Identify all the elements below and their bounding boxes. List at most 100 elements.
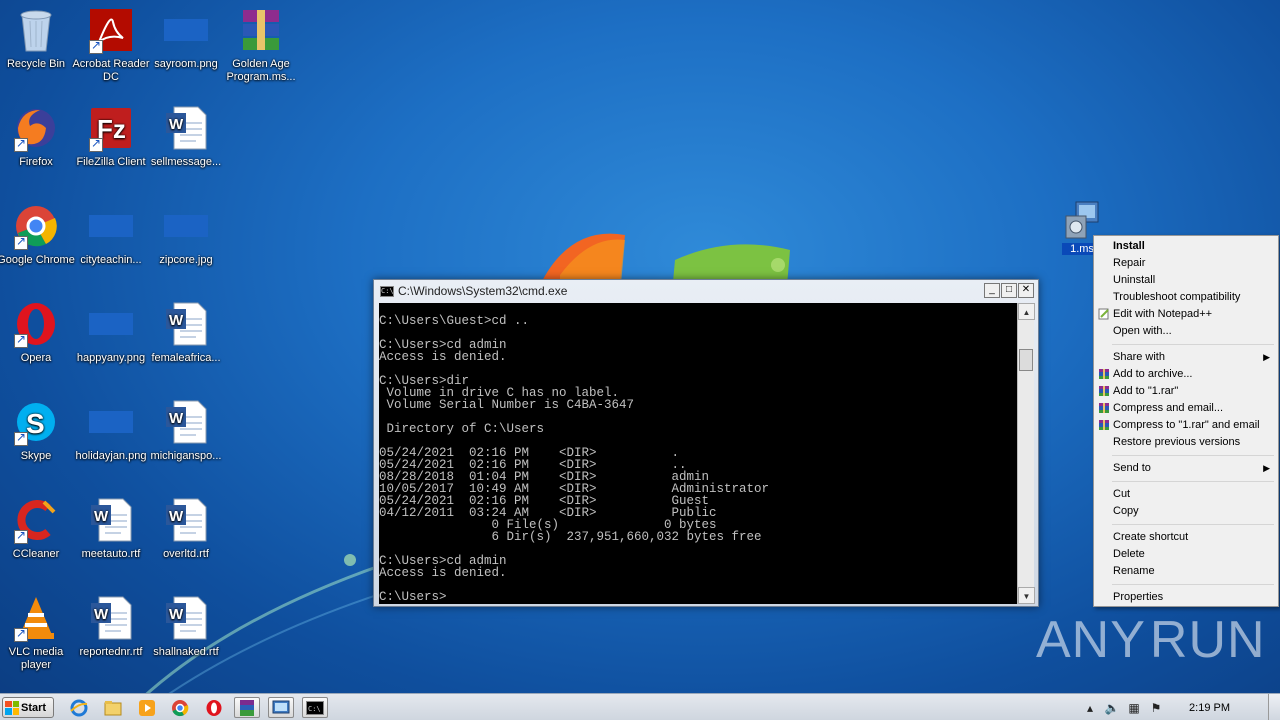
desktop-icon[interactable]: Fz FileZilla Client [72,104,150,169]
desktop-icon-label: zipcore.jpg [159,254,213,266]
menu-item[interactable]: Restore previous versions [1096,434,1276,451]
menu-item-label: Open with... [1113,325,1172,337]
desktop-icon[interactable]: Firefox [0,104,75,169]
ie-icon[interactable] [66,697,92,718]
installer-taskbar-icon[interactable] [268,697,294,718]
menu-item[interactable]: Properties [1096,589,1276,606]
image-file-icon [162,202,210,250]
maximize-button[interactable]: □ [1001,283,1017,298]
desktop-icon-label: holidayjan.png [75,450,147,462]
desktop-icon[interactable]: Wshallnaked.rtf [147,594,225,659]
start-button[interactable]: Start [2,697,54,718]
desktop-icon[interactable]: Google Chrome [0,202,75,267]
scroll-up-icon[interactable]: ▲ [1018,303,1035,320]
desktop-icon[interactable]: Wreportednr.rtf [72,594,150,659]
desktop-icon[interactable]: cityteachin... [72,202,150,267]
menu-item[interactable]: Compress to "1.rar" and email [1096,417,1276,434]
menu-item[interactable]: Delete [1096,546,1276,563]
console-output[interactable]: C:\Users\Guest>cd .. C:\Users>cd admin Acc… [379,303,1019,604]
menu-item[interactable]: Edit with Notepad++ [1096,306,1276,323]
menu-item[interactable]: Repair [1096,255,1276,272]
shortcut-arrow-icon [14,136,28,152]
minimize-button[interactable]: _ [984,283,1000,298]
network-icon[interactable]: ▦ [1125,699,1143,717]
desktop-icon-label: femaleafrica... [151,352,221,364]
desktop-icon[interactable]: Opera [0,300,75,365]
menu-separator [1096,520,1276,529]
image-file-icon [87,202,135,250]
cmd-taskbar-icon[interactable]: C:\ [302,697,328,718]
close-button[interactable]: ✕ [1018,283,1034,298]
menu-item-label: Troubleshoot compatibility [1113,291,1241,303]
scroll-down-icon[interactable]: ▼ [1018,587,1035,604]
menu-item-label: Repair [1113,257,1146,269]
winrar-taskbar-icon[interactable] [234,697,260,718]
clock[interactable]: 2:19 PM [1189,702,1230,714]
desktop-icon-label: happyany.png [76,352,146,364]
desktop-icon[interactable]: holidayjan.png [72,398,150,463]
desktop-icon[interactable]: Recycle Bin [0,6,75,71]
console-scrollbar[interactable]: ▲ ▼ [1017,303,1035,604]
explorer-icon[interactable] [100,697,126,718]
console-line: C:\Users> [379,590,447,604]
cmd-window[interactable]: C:\ C:\Windows\System32\cmd.exe _ □ ✕ C:… [373,279,1039,607]
image-file-icon [162,6,210,54]
desktop-icon[interactable]: happyany.png [72,300,150,365]
opera-taskbar-icon[interactable] [201,697,227,718]
svg-text:S: S [26,408,45,439]
menu-item-label: Add to "1.rar" [1113,385,1179,397]
desktop-icon[interactable]: Acrobat Reader DC [72,6,150,84]
svg-text:W: W [169,312,184,329]
menu-item[interactable]: Troubleshoot compatibility [1096,289,1276,306]
menu-item[interactable]: Uninstall [1096,272,1276,289]
menu-item[interactable]: Create shortcut [1096,529,1276,546]
menu-item-label: Compress to "1.rar" and email [1113,419,1260,431]
show-desktop-button[interactable] [1268,694,1280,720]
menu-item[interactable]: Add to archive... [1096,366,1276,383]
menu-item[interactable]: Add to "1.rar" [1096,383,1276,400]
volume-icon[interactable]: 🔈 [1103,699,1121,717]
windows-flag-icon [5,700,19,715]
submenu-arrow-icon: ▶ [1263,352,1270,362]
desktop-icon[interactable]: Woverltd.rtf [147,496,225,561]
chrome-taskbar-icon[interactable] [167,697,193,718]
svg-text:W: W [94,508,109,525]
menu-item[interactable]: Open with... [1096,323,1276,340]
desktop-icon[interactable]: Golden Age Program.ms... [222,6,300,84]
shortcut-arrow-icon [14,332,28,348]
desktop-icon-label: Golden Age Program.ms... [226,58,296,83]
desktop-icon[interactable]: sayroom.png [147,6,225,71]
menu-item[interactable]: Copy [1096,503,1276,520]
desktop-icon[interactable]: Wmichiganspo... [147,398,225,463]
menu-item[interactable]: Rename [1096,563,1276,580]
scroll-thumb[interactable] [1019,349,1033,371]
vlc-icon [12,594,60,642]
desktop-icon-label: michiganspo... [150,450,222,462]
desktop-icon[interactable]: CCleaner [0,496,75,561]
desktop-icon[interactable]: Wmeetauto.rtf [72,496,150,561]
shortcut-arrow-icon [89,38,103,54]
menu-item[interactable]: Install [1096,238,1276,255]
desktop-icon[interactable]: Wfemaleafrica... [147,300,225,365]
menu-item[interactable]: Cut [1096,486,1276,503]
system-tray: ▴ 🔈 ▦ ⚑ 2:19 PM [1081,694,1280,720]
action-center-flag-icon[interactable]: ⚑ [1147,699,1165,717]
opera-icon [12,300,60,348]
desktop-icon[interactable]: Wsellmessage... [147,104,225,169]
desktop-icon[interactable]: S Skype [0,398,75,463]
menu-item-label: Install [1113,240,1145,252]
show-hidden-icons-icon[interactable]: ▴ [1081,699,1099,717]
menu-item-label: Properties [1113,591,1164,603]
desktop-icon[interactable]: VLC media player [0,594,75,672]
ccleaner-icon [12,496,60,544]
menu-item[interactable]: Share with ▶ [1096,349,1276,366]
context-menu: Install Repair Uninstall Troubleshoot compa… [1093,235,1279,607]
menu-item[interactable]: Send to ▶ [1096,460,1276,477]
image-file-icon [87,398,135,446]
skype-icon: S [12,398,60,446]
menu-item[interactable]: Compress and email... [1096,400,1276,417]
cmd-titlebar[interactable]: C:\ C:\Windows\System32\cmd.exe [374,280,1038,302]
desktop-icon[interactable]: zipcore.jpg [147,202,225,267]
acrobat-icon [87,6,135,54]
media-player-icon[interactable] [134,697,160,718]
